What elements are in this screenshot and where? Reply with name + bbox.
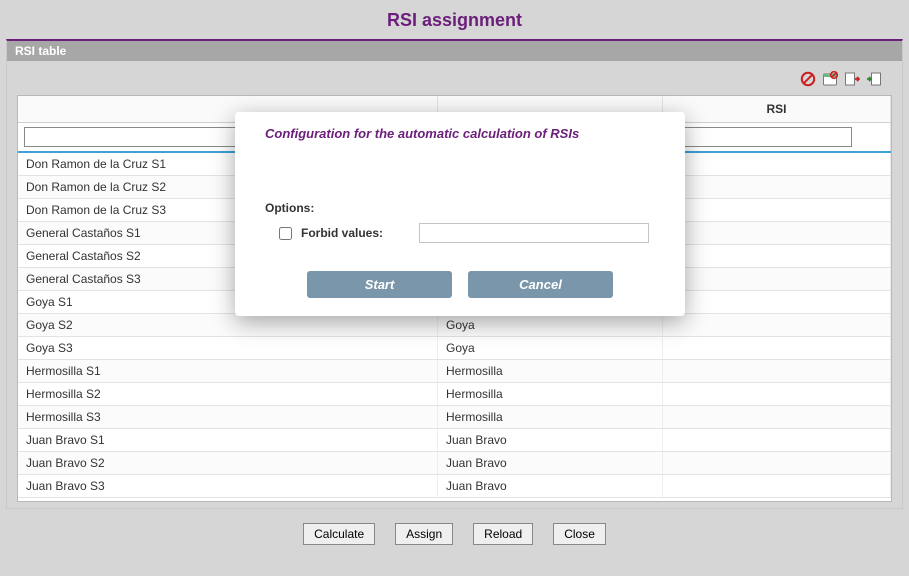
forbid-calendar-icon[interactable] xyxy=(822,71,838,87)
cell-col1: Hermosilla S1 xyxy=(18,360,438,382)
cell-col2: Hermosilla xyxy=(438,406,663,428)
cell-col1: Hermosilla S3 xyxy=(18,406,438,428)
table-row[interactable]: Juan Bravo S2Juan Bravo xyxy=(18,452,891,475)
panel-header: RSI table xyxy=(7,41,902,61)
table-row[interactable]: Juan Bravo S1Juan Bravo xyxy=(18,429,891,452)
close-button[interactable]: Close xyxy=(553,523,606,545)
cell-col3 xyxy=(663,475,891,497)
table-row[interactable]: Goya S2Goya xyxy=(18,314,891,337)
table-row[interactable]: Goya S3Goya xyxy=(18,337,891,360)
options-label: Options: xyxy=(265,201,655,215)
cell-col3 xyxy=(663,268,891,290)
cell-col1: Juan Bravo S3 xyxy=(18,475,438,497)
cell-col2: Goya xyxy=(438,337,663,359)
cell-col3 xyxy=(663,383,891,405)
toolbar xyxy=(17,69,892,95)
modal-title: Configuration for the automatic calculat… xyxy=(265,126,655,141)
forbid-input[interactable] xyxy=(419,223,649,243)
page-title: RSI assignment xyxy=(0,0,909,39)
cell-col2: Goya xyxy=(438,314,663,336)
export-icon[interactable] xyxy=(844,71,860,87)
cell-col1: Juan Bravo S1 xyxy=(18,429,438,451)
cell-col1: Juan Bravo S2 xyxy=(18,452,438,474)
cell-col3 xyxy=(663,245,891,267)
cell-col1: Hermosilla S2 xyxy=(18,383,438,405)
cell-col3 xyxy=(663,429,891,451)
config-modal: Configuration for the automatic calculat… xyxy=(235,112,685,316)
import-icon[interactable] xyxy=(866,71,882,87)
cell-col3 xyxy=(663,314,891,336)
cell-col3 xyxy=(663,337,891,359)
assign-button[interactable]: Assign xyxy=(395,523,453,545)
forbid-label: Forbid values: xyxy=(301,226,383,240)
footer-buttons: Calculate Assign Reload Close xyxy=(0,509,909,545)
forbid-icon[interactable] xyxy=(800,71,816,87)
cell-col2: Juan Bravo xyxy=(438,429,663,451)
cell-col3 xyxy=(663,222,891,244)
cell-col2: Juan Bravo xyxy=(438,475,663,497)
filter-col1[interactable] xyxy=(24,127,268,147)
forbid-checkbox[interactable] xyxy=(279,227,292,240)
cell-col3 xyxy=(663,360,891,382)
cell-col3 xyxy=(663,406,891,428)
cell-col2: Juan Bravo xyxy=(438,452,663,474)
cell-col3 xyxy=(663,176,891,198)
table-row[interactable]: Juan Bravo S3Juan Bravo xyxy=(18,475,891,498)
calculate-button[interactable]: Calculate xyxy=(303,523,375,545)
table-row[interactable]: Hermosilla S1Hermosilla xyxy=(18,360,891,383)
start-button[interactable]: Start xyxy=(307,271,452,298)
cell-col2: Hermosilla xyxy=(438,383,663,405)
cell-col3 xyxy=(663,199,891,221)
filter-col3[interactable] xyxy=(669,127,852,147)
cancel-button[interactable]: Cancel xyxy=(468,271,613,298)
table-row[interactable]: Hermosilla S3Hermosilla xyxy=(18,406,891,429)
cell-col3 xyxy=(663,452,891,474)
cell-col1: Goya S3 xyxy=(18,337,438,359)
cell-col1: Goya S2 xyxy=(18,314,438,336)
col-header-rsi[interactable]: RSI xyxy=(663,96,891,122)
reload-button[interactable]: Reload xyxy=(473,523,533,545)
table-row[interactable]: Hermosilla S2Hermosilla xyxy=(18,383,891,406)
cell-col3 xyxy=(663,153,891,175)
cell-col2: Hermosilla xyxy=(438,360,663,382)
cell-col3 xyxy=(663,291,891,313)
